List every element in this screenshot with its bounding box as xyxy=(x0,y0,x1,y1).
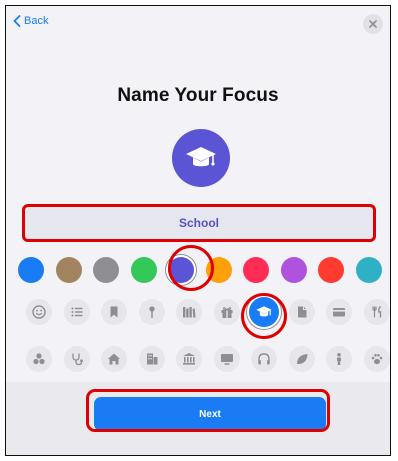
list-icon xyxy=(71,307,82,317)
person-icon xyxy=(337,353,341,365)
leaf-icon xyxy=(296,354,307,364)
color-swatch-blue[interactable] xyxy=(18,257,44,283)
color-swatch-orange[interactable] xyxy=(205,257,232,283)
symbol-credit-card-button[interactable] xyxy=(326,299,352,325)
symbol-pin-button[interactable] xyxy=(138,299,165,325)
next-button[interactable]: Next xyxy=(94,397,326,431)
color-swatch-purple[interactable] xyxy=(280,257,307,283)
close-icon xyxy=(369,20,377,28)
symbol-pills-button[interactable] xyxy=(26,346,52,372)
graduation-cap-icon xyxy=(186,147,216,167)
top-bar: Back xyxy=(6,6,390,42)
color-picker xyxy=(18,256,388,286)
pin-icon xyxy=(148,306,155,318)
symbol-house-button[interactable] xyxy=(101,346,127,372)
monitor-icon xyxy=(220,354,233,365)
symbol-monitor-button[interactable] xyxy=(213,346,240,372)
gift-icon xyxy=(221,307,232,318)
paw-icon xyxy=(371,354,382,365)
books-icon xyxy=(183,307,196,318)
symbol-gift-button[interactable] xyxy=(213,299,240,325)
document-icon xyxy=(297,306,306,318)
bank-icon xyxy=(183,353,195,365)
symbol-document-button[interactable] xyxy=(288,299,315,325)
symbol-building-button[interactable] xyxy=(138,346,165,372)
graduation-cap-icon xyxy=(256,306,272,317)
page-title: Name Your Focus xyxy=(117,85,279,106)
symbol-graduation-cap-button[interactable] xyxy=(249,297,279,327)
chevron-left-icon xyxy=(13,15,21,27)
focus-name-input[interactable]: School xyxy=(22,204,376,242)
fork-knife-icon xyxy=(371,306,381,318)
color-swatch-tan[interactable] xyxy=(55,257,82,283)
symbol-headphones-button[interactable] xyxy=(251,346,277,372)
symbol-smiley-button[interactable] xyxy=(26,299,52,325)
headphones-icon xyxy=(258,353,270,365)
symbol-row-1 xyxy=(6,297,390,329)
color-swatch-green[interactable] xyxy=(130,257,157,283)
smiley-icon xyxy=(32,305,46,319)
back-label: Back xyxy=(24,15,49,27)
focus-name-value: School xyxy=(178,216,219,230)
color-swatch-pink[interactable] xyxy=(243,257,269,283)
symbol-bank-button[interactable] xyxy=(176,346,202,372)
symbol-row-2 xyxy=(6,346,390,376)
credit-card-icon xyxy=(333,308,345,317)
focus-setup-sheet: Back Name Your Focus School Next xyxy=(5,5,391,456)
color-swatch-red[interactable] xyxy=(318,257,344,283)
color-swatch-teal[interactable] xyxy=(355,257,382,283)
focus-preview-icon xyxy=(172,129,230,187)
symbol-stethoscope-button[interactable] xyxy=(63,346,90,372)
symbol-person-button[interactable] xyxy=(326,346,352,372)
next-label: Next xyxy=(199,408,221,420)
bookmark-icon xyxy=(110,306,118,318)
building-icon xyxy=(146,353,157,365)
close-button[interactable] xyxy=(363,14,383,34)
pills-icon xyxy=(33,353,45,365)
symbol-fork-knife-button[interactable] xyxy=(363,299,390,325)
color-swatch-gray[interactable] xyxy=(93,257,119,283)
color-swatch-indigo[interactable] xyxy=(168,257,194,283)
symbol-list-button[interactable] xyxy=(63,299,90,325)
symbol-leaf-button[interactable] xyxy=(288,346,315,372)
house-icon xyxy=(108,353,120,365)
symbol-bookmark-button[interactable] xyxy=(101,299,127,325)
back-button[interactable]: Back xyxy=(13,15,48,27)
symbol-books-button[interactable] xyxy=(176,299,202,325)
stethoscope-icon xyxy=(71,353,83,366)
symbol-paw-button[interactable] xyxy=(363,346,390,372)
